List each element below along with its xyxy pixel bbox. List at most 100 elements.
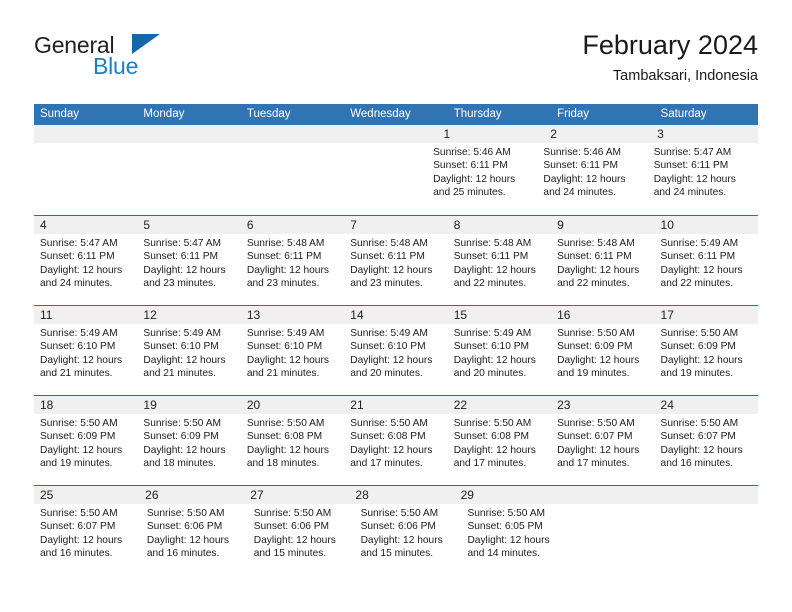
day-cell[interactable]: Sunrise: 5:50 AM Sunset: 6:09 PM Daylight:… <box>655 324 758 394</box>
day-cell[interactable]: Sunrise: 5:46 AM Sunset: 6:11 PM Daylight:… <box>427 143 537 213</box>
day-cell[interactable]: Sunrise: 5:49 AM Sunset: 6:10 PM Daylight:… <box>448 324 551 394</box>
sunset-text: Sunset: 6:08 PM <box>246 431 323 443</box>
day-number[interactable]: 26 <box>139 486 244 504</box>
day-number[interactable]: 29 <box>455 486 560 504</box>
day-number[interactable]: 25 <box>34 486 139 504</box>
empty-day-cell <box>329 143 427 213</box>
day-cell[interactable]: Sunrise: 5:50 AM Sunset: 6:08 PM Daylight:… <box>448 414 551 484</box>
day-cell[interactable]: Sunrise: 5:50 AM Sunset: 6:06 PM Daylight:… <box>248 504 355 574</box>
sunrise-text: Sunrise: 5:50 AM <box>660 418 739 429</box>
day-cell[interactable]: Sunrise: 5:47 AM Sunset: 6:11 PM Daylight:… <box>34 234 137 304</box>
sunset-text: Sunset: 6:09 PM <box>143 431 219 443</box>
calendar-week-row: 25 26 27 28 29 Sunrise: 5:50 AM Sunset: 6:07 P… <box>34 485 758 575</box>
empty-day-cell <box>231 143 329 213</box>
sunrise-text: Sunrise: 5:50 AM <box>146 508 225 519</box>
day-number[interactable]: 7 <box>344 216 447 234</box>
day-cell[interactable]: Sunrise: 5:48 AM Sunset: 6:11 PM Daylight:… <box>241 234 344 304</box>
daylight-text: Daylight: 12 hours and 24 minutes. <box>653 173 736 199</box>
sunset-text: Sunset: 6:06 PM <box>253 521 330 533</box>
sunset-text: Sunset: 6:09 PM <box>40 431 116 443</box>
day-cell[interactable]: Sunrise: 5:50 AM Sunset: 6:09 PM Daylight:… <box>137 414 240 484</box>
sunset-text: Sunset: 6:05 PM <box>467 521 543 533</box>
day-number[interactable]: 22 <box>448 396 551 414</box>
day-number[interactable]: 23 <box>551 396 654 414</box>
day-cell[interactable]: Sunrise: 5:48 AM Sunset: 6:11 PM Daylight:… <box>344 234 447 304</box>
day-number[interactable]: 15 <box>448 306 551 324</box>
day-cell[interactable]: Sunrise: 5:48 AM Sunset: 6:11 PM Daylight:… <box>448 234 551 304</box>
day-number[interactable]: 17 <box>655 306 758 324</box>
sunrise-text: Sunrise: 5:50 AM <box>143 418 222 429</box>
sunrise-text: Sunrise: 5:46 AM <box>433 147 511 158</box>
day-cell[interactable]: Sunrise: 5:50 AM Sunset: 6:07 PM Daylight:… <box>655 414 758 484</box>
day-number[interactable]: 12 <box>137 306 240 324</box>
sunset-text: Sunset: 6:09 PM <box>557 341 633 353</box>
day-cell[interactable]: Sunrise: 5:48 AM Sunset: 6:11 PM Daylight:… <box>551 234 654 304</box>
sunrise-text: Sunrise: 5:50 AM <box>453 418 532 429</box>
daylight-text: Daylight: 12 hours and 22 minutes. <box>660 264 743 290</box>
day-number[interactable]: 28 <box>349 486 454 504</box>
sunset-text: Sunset: 6:11 PM <box>453 251 529 263</box>
day-number[interactable]: 4 <box>34 216 137 234</box>
sunset-text: Sunset: 6:09 PM <box>660 341 736 353</box>
day-number[interactable]: 20 <box>241 396 344 414</box>
sunset-text: Sunset: 6:11 PM <box>653 160 729 172</box>
daylight-text: Daylight: 12 hours and 19 minutes. <box>557 354 640 380</box>
day-number[interactable]: 27 <box>244 486 349 504</box>
day-number[interactable]: 9 <box>551 216 654 234</box>
day-number[interactable]: 11 <box>34 306 137 324</box>
day-cell[interactable]: Sunrise: 5:49 AM Sunset: 6:10 PM Daylight:… <box>137 324 240 394</box>
day-number[interactable]: 10 <box>655 216 758 234</box>
day-number[interactable]: 13 <box>241 306 344 324</box>
day-number[interactable]: 5 <box>137 216 240 234</box>
empty-day-number <box>34 125 135 143</box>
day-cell[interactable]: Sunrise: 5:47 AM Sunset: 6:11 PM Daylight:… <box>648 143 758 213</box>
empty-day-cell <box>663 504 758 574</box>
day-number[interactable]: 14 <box>344 306 447 324</box>
day-cell[interactable]: Sunrise: 5:46 AM Sunset: 6:11 PM Daylight:… <box>537 143 647 213</box>
week-detail-band: Sunrise: 5:50 AM Sunset: 6:09 PM Daylight:… <box>34 414 758 484</box>
week-daynumber-band: 18 19 20 21 22 23 24 <box>34 396 758 414</box>
sunset-text: Sunset: 6:07 PM <box>660 431 736 443</box>
sunrise-text: Sunrise: 5:49 AM <box>453 328 532 339</box>
day-cell[interactable]: Sunrise: 5:49 AM Sunset: 6:10 PM Daylight:… <box>34 324 137 394</box>
sunset-text: Sunset: 6:11 PM <box>143 251 218 263</box>
week-detail-band: Sunrise: 5:47 AM Sunset: 6:11 PM Daylight:… <box>34 234 758 304</box>
day-number[interactable]: 3 <box>651 125 758 143</box>
day-number[interactable]: 2 <box>544 125 651 143</box>
sunset-text: Sunset: 6:11 PM <box>40 251 115 263</box>
day-number[interactable]: 24 <box>655 396 758 414</box>
weekday-thursday: Thursday <box>453 108 502 120</box>
day-cell[interactable]: Sunrise: 5:50 AM Sunset: 6:09 PM Daylight:… <box>551 324 654 394</box>
day-number[interactable]: 18 <box>34 396 137 414</box>
day-number[interactable]: 21 <box>344 396 447 414</box>
day-cell[interactable]: Sunrise: 5:50 AM Sunset: 6:07 PM Daylight:… <box>34 504 141 574</box>
day-cell[interactable]: Sunrise: 5:50 AM Sunset: 6:05 PM Daylight:… <box>461 504 568 574</box>
day-cell[interactable]: Sunrise: 5:49 AM Sunset: 6:10 PM Daylight:… <box>241 324 344 394</box>
daylight-text: Daylight: 12 hours and 21 minutes. <box>143 354 226 380</box>
sunrise-text: Sunrise: 5:50 AM <box>40 508 118 519</box>
daylight-text: Daylight: 12 hours and 23 minutes. <box>246 264 329 290</box>
day-cell[interactable]: Sunrise: 5:50 AM Sunset: 6:08 PM Daylight:… <box>344 414 447 484</box>
calendar-week-row: 4 5 6 7 8 9 10 Sunrise: 5:47 AM Sunset: 6:11 PM D… <box>34 215 758 305</box>
day-cell[interactable]: Sunrise: 5:50 AM Sunset: 6:09 PM Daylight:… <box>34 414 137 484</box>
empty-day-number <box>337 125 438 143</box>
daylight-text: Daylight: 12 hours and 17 minutes. <box>557 444 640 470</box>
day-cell[interactable]: Sunrise: 5:49 AM Sunset: 6:11 PM Daylight:… <box>655 234 758 304</box>
day-number[interactable]: 6 <box>241 216 344 234</box>
day-number[interactable]: 1 <box>437 125 544 143</box>
day-cell[interactable]: Sunrise: 5:47 AM Sunset: 6:11 PM Daylight:… <box>137 234 240 304</box>
sunrise-text: Sunrise: 5:50 AM <box>557 418 635 429</box>
day-cell[interactable]: Sunrise: 5:50 AM Sunset: 6:07 PM Daylight:… <box>551 414 654 484</box>
day-cell[interactable]: Sunrise: 5:49 AM Sunset: 6:10 PM Daylight:… <box>344 324 447 394</box>
day-cell[interactable]: Sunrise: 5:50 AM Sunset: 6:08 PM Daylight:… <box>241 414 344 484</box>
day-cell[interactable]: Sunrise: 5:50 AM Sunset: 6:06 PM Daylight:… <box>355 504 462 574</box>
day-number[interactable]: 16 <box>551 306 654 324</box>
sunset-text: Sunset: 6:10 PM <box>143 341 219 353</box>
sunset-text: Sunset: 6:11 PM <box>543 160 618 172</box>
day-number[interactable]: 8 <box>448 216 551 234</box>
empty-day-cell <box>568 504 663 574</box>
sunrise-text: Sunrise: 5:50 AM <box>253 508 332 519</box>
day-cell[interactable]: Sunrise: 5:50 AM Sunset: 6:06 PM Daylight:… <box>141 504 248 574</box>
sunset-text: Sunset: 6:06 PM <box>146 521 223 533</box>
day-number[interactable]: 19 <box>137 396 240 414</box>
